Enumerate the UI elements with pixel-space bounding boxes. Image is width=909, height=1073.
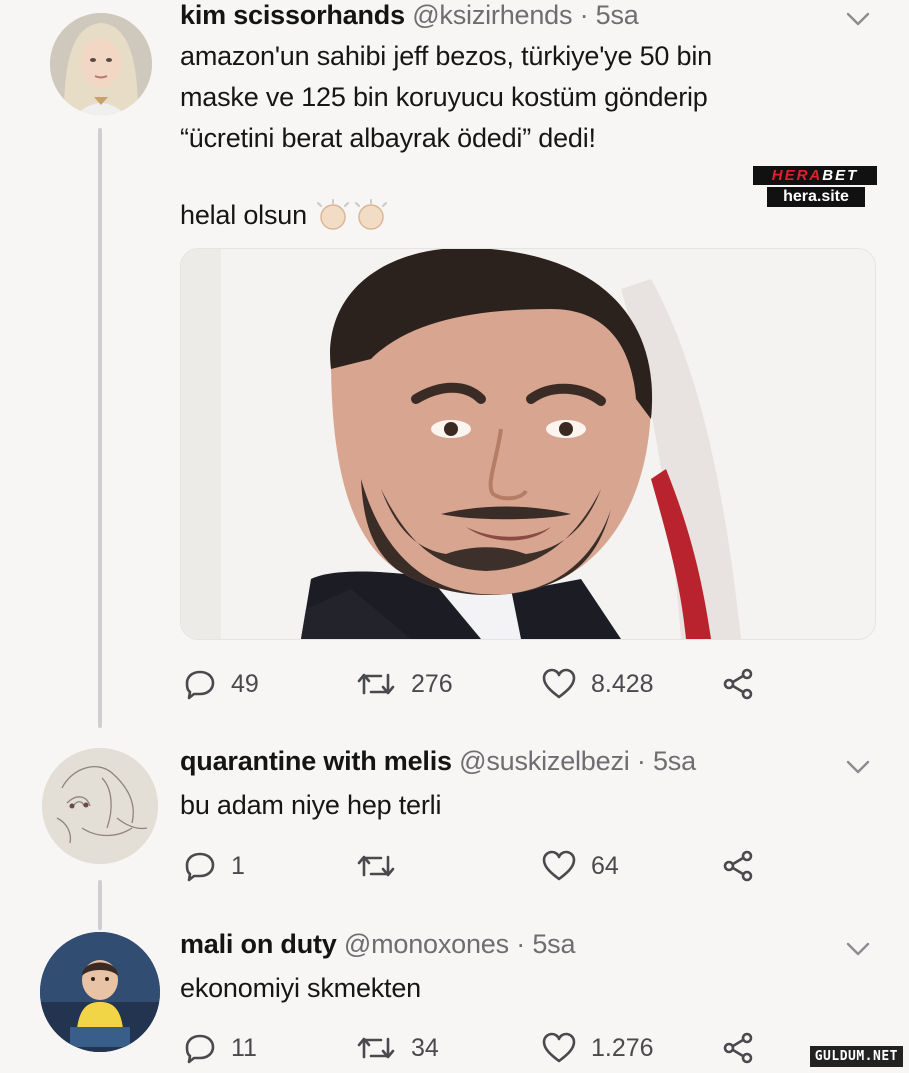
reply-icon	[185, 852, 215, 882]
display-name[interactable]: kim scissorhands	[180, 0, 405, 30]
like-button[interactable]: 64	[541, 846, 619, 886]
reply-button[interactable]: 11	[183, 1028, 257, 1068]
heart-icon	[542, 850, 576, 881]
reply-icon	[185, 1034, 215, 1064]
clapping-hands-icon	[313, 198, 391, 234]
tweet-header: quarantine with melis @suskizelbezi · 5s…	[180, 746, 696, 777]
tweet-header: kim scissorhands @ksizirhends · 5sa	[180, 0, 639, 31]
thread-line	[98, 880, 102, 930]
chevron-down-icon[interactable]	[845, 758, 871, 776]
user-handle[interactable]: @suskizelbezi	[459, 746, 630, 776]
like-button[interactable]: 8.428	[541, 664, 654, 704]
timestamp[interactable]: · 5sa	[580, 0, 639, 30]
like-count: 1.276	[591, 1033, 654, 1062]
share-button[interactable]	[721, 1028, 755, 1068]
display-name[interactable]: mali on duty	[180, 929, 337, 959]
share-icon	[723, 668, 753, 700]
tweet-text-line: amazon'un sahibi jeff bezos, türkiye'ye …	[180, 41, 712, 71]
retweet-icon	[357, 855, 395, 877]
retweet-icon	[357, 673, 395, 695]
like-count: 8.428	[591, 669, 654, 698]
retweet-icon	[357, 1037, 395, 1059]
share-button[interactable]	[721, 664, 755, 704]
retweet-button[interactable]: 34	[355, 1028, 439, 1068]
tweet-actions: 1 64	[183, 846, 783, 886]
reply-count: 11	[231, 1033, 257, 1062]
share-icon	[723, 1032, 753, 1064]
retweet-button[interactable]	[355, 846, 411, 886]
avatar[interactable]	[40, 932, 160, 1052]
user-handle[interactable]: @ksizirhends	[412, 0, 572, 30]
reply-count: 49	[231, 669, 259, 698]
tweet-text: bu adam niye hep terli	[180, 785, 441, 826]
brand-logo: HERABET hera.site	[753, 166, 879, 208]
like-button[interactable]: 1.276	[541, 1028, 654, 1068]
tweet-text-line: ekonomiyi skmekten	[180, 973, 421, 1003]
tweet-actions: 49 276 8.428	[183, 664, 783, 704]
tweet-text-line: maske ve 125 bin koruyucu kostüm gönderi…	[180, 82, 708, 112]
portrait-photo-icon	[181, 249, 875, 639]
brand-logo-top: HERABET	[753, 166, 877, 185]
tweet-text-line: “ücretini berat albayrak ödedi” dedi!	[180, 123, 596, 153]
tweet-text-line: helal olsun	[180, 200, 307, 230]
chevron-down-icon[interactable]	[845, 940, 871, 958]
brand-logo-site: hera.site	[767, 187, 865, 207]
retweet-count: 276	[411, 669, 453, 698]
site-watermark: GULDUM.NET	[809, 1046, 903, 1067]
reply-button[interactable]: 49	[183, 664, 259, 704]
brand-logo-text-a: HERA	[771, 167, 823, 184]
avatar[interactable]	[50, 13, 152, 115]
reply-icon	[185, 670, 215, 700]
retweet-count: 34	[411, 1033, 439, 1062]
share-icon	[723, 850, 753, 882]
heart-icon	[542, 668, 576, 699]
retweet-button[interactable]: 276	[355, 664, 453, 704]
brand-logo-text-b: BET	[822, 167, 859, 184]
thread-line	[98, 128, 102, 728]
user-handle[interactable]: @monoxones	[344, 929, 509, 959]
heart-icon	[542, 1032, 576, 1063]
tweet-text: ekonomiyi skmekten	[180, 968, 421, 1009]
chevron-down-icon[interactable]	[845, 10, 871, 28]
tweet-header: mali on duty @monoxones · 5sa	[180, 929, 575, 960]
timestamp[interactable]: · 5sa	[637, 746, 696, 776]
share-button[interactable]	[721, 846, 755, 886]
tweet-text-line: bu adam niye hep terli	[180, 790, 442, 820]
tweet-media-image[interactable]	[180, 248, 876, 640]
tweet-actions: 11 34 1.276	[183, 1028, 783, 1068]
tweet-text: amazon'un sahibi jeff bezos, türkiye'ye …	[180, 36, 712, 159]
like-count: 64	[591, 851, 619, 880]
display-name[interactable]: quarantine with melis	[180, 746, 452, 776]
reply-button[interactable]: 1	[183, 846, 245, 886]
tweet-text-extra: helal olsun	[180, 195, 391, 236]
reply-count: 1	[231, 851, 245, 880]
avatar[interactable]	[42, 748, 158, 864]
timestamp[interactable]: · 5sa	[516, 929, 575, 959]
